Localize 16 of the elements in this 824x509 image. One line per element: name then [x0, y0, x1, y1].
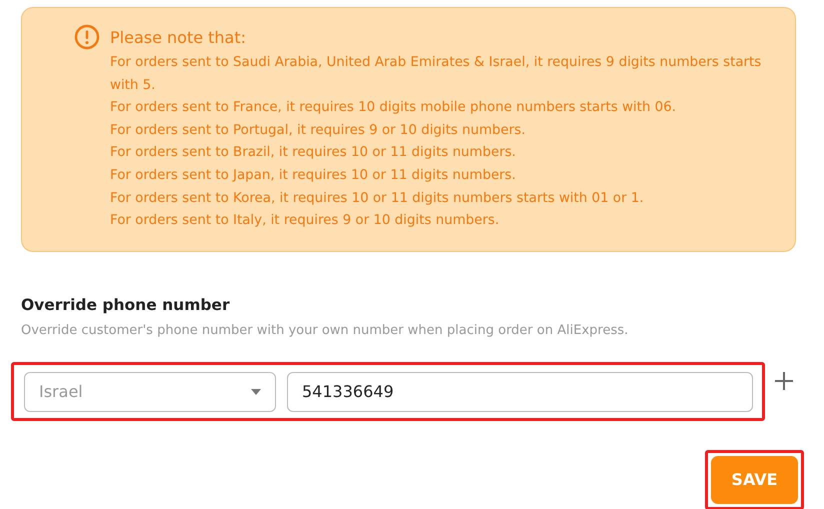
add-icon[interactable] [774, 370, 794, 390]
notice-line: For orders sent to Portugal, it requires 9 or 10 digits numbers. [110, 122, 527, 140]
country-select[interactable]: Israel [24, 372, 276, 412]
notice-line: For orders sent to Saudi Arabia, United Arab Emirates & Israel, it requires 9 digits numbers starts with 5. [110, 54, 762, 95]
phone-input[interactable]: 541336649 [287, 372, 753, 412]
section-description: Override customer's phone number with your own number when placing order on AliExpress. [21, 322, 630, 340]
save-button[interactable]: SAVE [711, 456, 798, 504]
notice-line: For orders sent to Italy, it requires 9 or 10 digits numbers. [110, 212, 500, 230]
notice-line: For orders sent to France, it requires 10 digits mobile phone numbers starts with 06. [110, 99, 678, 118]
notice-line: For orders sent to Brazil, it requires 10 or 11 digits numbers. [110, 144, 517, 162]
notice-line: For orders sent to Japan, it requires 10 or 11 digits numbers. [110, 166, 517, 185]
notice-line: For orders sent to Korea, it requires 10 or 11 digits numbers starts with 01 or 1. [110, 190, 645, 208]
caret-icon [251, 388, 261, 394]
warning-icon [74, 24, 100, 50]
notice-title: Please note that: [110, 28, 248, 48]
section-title: Override phone number [21, 294, 231, 316]
